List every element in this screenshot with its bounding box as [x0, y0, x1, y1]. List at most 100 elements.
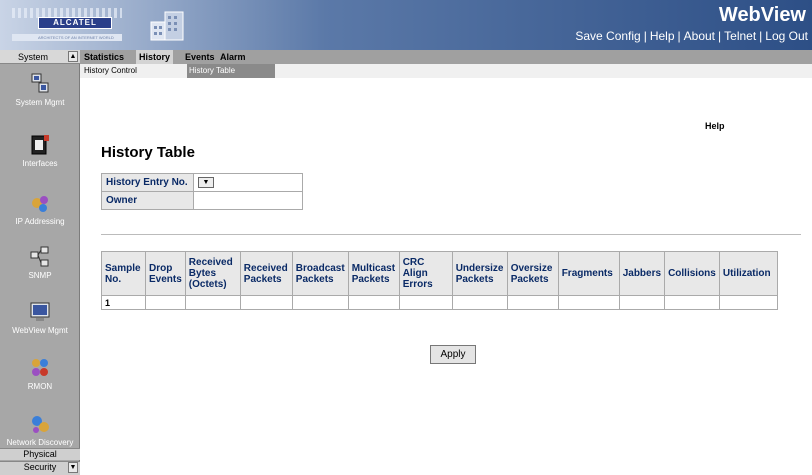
column-header-line: Packets: [295, 273, 334, 285]
tab-alarm[interactable]: Alarm: [220, 50, 246, 64]
history-entry-select-cell: ▼: [193, 173, 303, 192]
sidebar-section-security[interactable]: Security ▼: [0, 461, 80, 475]
network-discovery-icon: [32, 416, 49, 433]
sidebar-section-physical[interactable]: Physical: [0, 448, 80, 460]
sidebar-section-system[interactable]: System ▲: [0, 50, 80, 64]
form-row-entry: History Entry No. ▼: [101, 173, 303, 192]
column-header: Drop Events: [145, 251, 186, 296]
sub-tab-bar: History Control History Table: [80, 64, 812, 78]
page-title: History Table: [101, 144, 195, 161]
table-cell: [145, 295, 186, 310]
column-header-line: Jabbers: [622, 268, 662, 279]
sidebar-item-label: RMON: [27, 382, 53, 391]
sidebar-section-label: Security: [23, 462, 57, 472]
table-cell: [718, 295, 778, 310]
column-header: CRC Align Errors: [398, 251, 453, 296]
main-tab-bar: Statistics History Events Alarm: [80, 50, 812, 64]
apply-button[interactable]: Apply: [430, 345, 476, 364]
chevron-down-icon: ▼: [202, 179, 210, 186]
sidebar-item-system-mgmt[interactable]: System Mgmt: [0, 72, 80, 107]
history-form: History Entry No. ▼ Owner: [101, 173, 303, 210]
sidebar-item-ip-addressing[interactable]: IP Addressing: [0, 191, 80, 226]
column-header-line: Collisions: [668, 268, 716, 279]
telnet-link[interactable]: Telnet: [724, 29, 756, 43]
column-header-line: Received: [188, 257, 233, 268]
column-header: Broadcast Packets: [291, 251, 349, 296]
column-header: Jabbers: [618, 251, 666, 296]
logout-link[interactable]: Log Out: [765, 29, 808, 43]
tab-events[interactable]: Events: [185, 50, 215, 64]
help-link[interactable]: Help: [705, 121, 725, 131]
header-links: Save Config | Help | About | Telnet | Log Out: [575, 29, 808, 43]
column-header: Collisions: [664, 251, 720, 296]
column-header-line: Drop: [149, 262, 173, 274]
history-entry-select[interactable]: ▼: [198, 177, 214, 188]
history-table: Sample No. Drop Events Received Bytes (Octets)…: [101, 251, 778, 310]
column-header-line: Bytes: [188, 268, 217, 279]
column-header-line: Fragments: [561, 268, 613, 279]
scroll-down-icon[interactable]: ▼: [68, 462, 78, 473]
column-header-line: (Octets): [188, 279, 227, 290]
sidebar-item-label: SNMP: [28, 271, 52, 280]
column-header-line: Multicast: [351, 262, 396, 274]
sidebar-item-label: Interfaces: [22, 159, 58, 168]
column-header-line: Events: [149, 273, 182, 285]
sidebar-item-interfaces[interactable]: Interfaces: [0, 133, 80, 168]
column-header-line: Broadcast: [295, 262, 345, 274]
column-header-line: Utilization: [722, 268, 771, 279]
column-header-line: CRC Align: [402, 257, 428, 279]
column-header: Sample No.: [101, 251, 146, 296]
tab-history[interactable]: History: [136, 50, 174, 64]
table-cell: [291, 295, 349, 310]
sidebar-item-snmp[interactable]: SNMP: [0, 245, 80, 280]
column-header: Received Bytes (Octets): [184, 251, 241, 296]
sidebar-item-label: Network Discovery: [6, 438, 74, 447]
column-header: Multicast Packets: [347, 251, 400, 296]
column-header: Received Packets: [239, 251, 293, 296]
link-separator: |: [718, 29, 722, 43]
table-cell: 1: [101, 295, 146, 310]
scroll-up-icon[interactable]: ▲: [68, 51, 78, 62]
tab-statistics[interactable]: Statistics: [84, 50, 124, 64]
subtab-history-table[interactable]: History Table: [187, 64, 275, 78]
form-row-owner: Owner: [101, 191, 303, 210]
about-link[interactable]: About: [684, 29, 715, 43]
table-cell: [398, 295, 453, 310]
ip-addressing-icon: [32, 196, 48, 212]
column-header-line: Packets: [455, 273, 494, 285]
owner-label: Owner: [101, 191, 194, 210]
sidebar-item-webview-mgmt[interactable]: WebView Mgmt: [0, 300, 80, 335]
help-link-header[interactable]: Help: [650, 29, 675, 43]
interfaces-icon: [31, 135, 49, 155]
history-entry-label: History Entry No.: [101, 173, 194, 192]
column-header-line: Sample: [105, 262, 141, 274]
save-config-link[interactable]: Save Config: [575, 29, 640, 43]
column-header-line: No.: [105, 273, 122, 285]
sidebar-item-rmon[interactable]: RMON: [0, 356, 80, 391]
subtab-history-control[interactable]: History Control: [84, 64, 184, 78]
sidebar-item-network-discovery[interactable]: Network Discovery: [0, 412, 80, 447]
logo-badge: ALCATEL: [38, 17, 112, 29]
link-separator: |: [643, 29, 647, 43]
header-banner: ALCATEL ARCHITECTS OF AN INTERNET WORLD …: [0, 0, 812, 50]
column-header-line: Packets: [510, 273, 549, 285]
column-header-line: Packets: [351, 273, 390, 285]
system-mgmt-icon: [31, 73, 49, 93]
rmon-icon: [32, 359, 48, 376]
sidebar-item-label: System Mgmt: [15, 98, 65, 107]
snmp-icon: [30, 246, 49, 267]
owner-value: [193, 191, 303, 210]
alcatel-logo: ALCATEL ARCHITECTS OF AN INTERNET WORLD: [12, 6, 122, 44]
link-separator: |: [677, 29, 681, 43]
app-title: WebView: [718, 4, 806, 26]
column-header: Utilization: [718, 251, 778, 296]
table-cell: [664, 295, 720, 310]
link-separator: |: [759, 29, 763, 43]
webview-mgmt-icon: [30, 302, 50, 321]
column-header-line: Undersize: [455, 262, 504, 274]
column-header-line: Received: [243, 262, 288, 274]
column-header: Fragments: [557, 251, 620, 296]
table-cell: [347, 295, 400, 310]
sidebar-item-label: IP Addressing: [15, 217, 65, 226]
column-header-line: Errors: [402, 279, 433, 290]
